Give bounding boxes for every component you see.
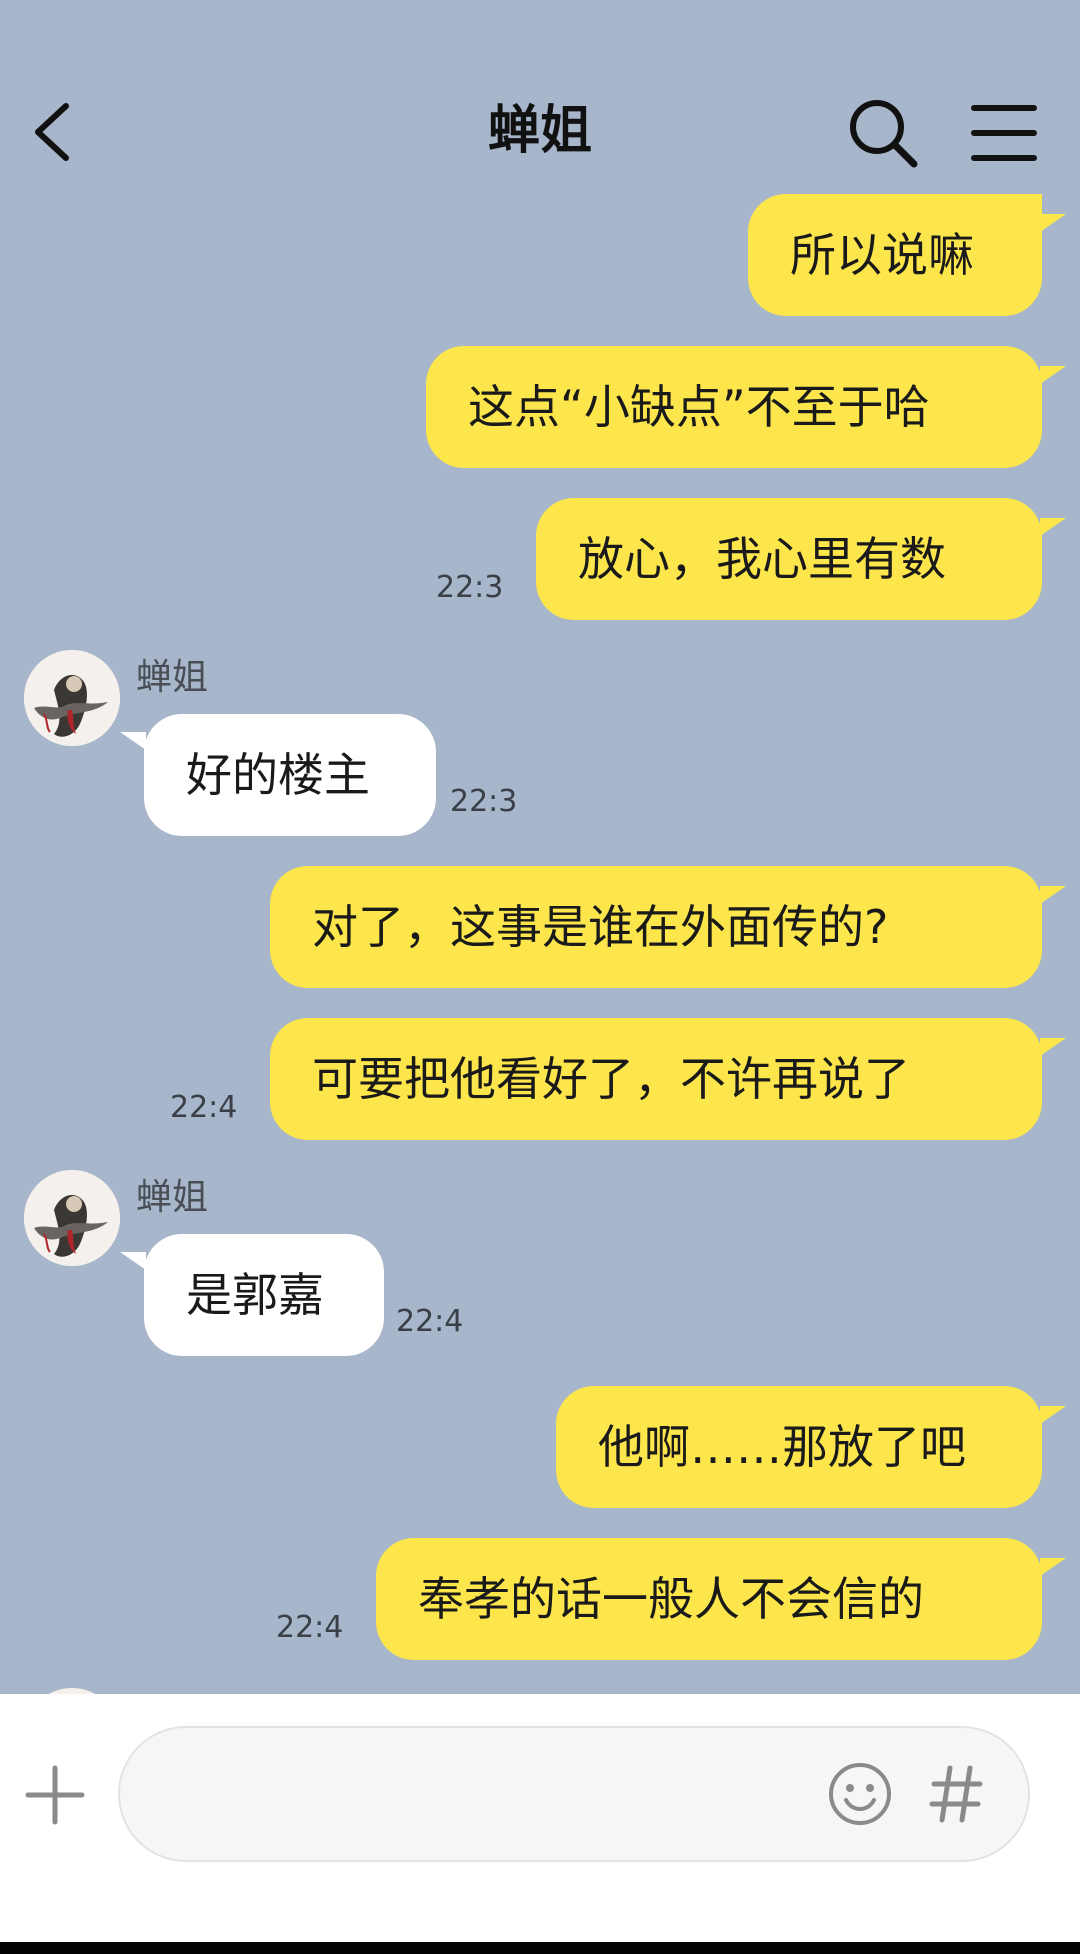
- message-timestamp: 22:3: [450, 784, 518, 819]
- chat-header: 蝉姐: [0, 0, 1080, 210]
- hashtag-button[interactable]: [926, 1762, 986, 1826]
- message-list[interactable]: 所以说嘛 这点“小缺点”不至于哈 放心，我心里有数 22:3 蝉姐 好的楼主 2…: [0, 0, 1080, 1784]
- bubble-tail: [120, 1252, 146, 1270]
- my-message-bubble[interactable]: 放心，我心里有数: [536, 498, 1042, 620]
- message-timestamp: 22:4: [170, 1090, 238, 1125]
- bubble-tail: [1040, 1406, 1066, 1424]
- message-timestamp: 22:4: [396, 1304, 464, 1339]
- my-message-bubble[interactable]: 对了，这事是谁在外面传的?: [270, 866, 1042, 988]
- search-icon: [850, 100, 918, 168]
- chat-screen: 所以说嘛 这点“小缺点”不至于哈 放心，我心里有数 22:3 蝉姐 好的楼主 2…: [0, 0, 1080, 1942]
- message-timestamp: 22:3: [436, 570, 504, 605]
- avatar-image: [24, 650, 120, 746]
- bubble-tail: [1040, 214, 1066, 232]
- search-button[interactable]: [846, 96, 920, 170]
- attach-button[interactable]: [22, 1762, 88, 1828]
- my-message-bubble[interactable]: 这点“小缺点”不至于哈: [426, 346, 1042, 468]
- bubble-tail: [120, 732, 146, 750]
- bubble-tail: [1040, 518, 1066, 536]
- emoji-button[interactable]: [826, 1760, 894, 1828]
- back-button[interactable]: [22, 92, 82, 172]
- bubble-tail: [1040, 1558, 1066, 1576]
- chevron-left-icon: [35, 103, 69, 161]
- avatar-image: [24, 1170, 120, 1266]
- contact-avatar[interactable]: [24, 650, 120, 746]
- plus-icon: [25, 1765, 85, 1825]
- sender-name: 蝉姐: [136, 1177, 209, 1218]
- hamburger-menu-icon: [971, 105, 1037, 161]
- bubble-tail: [1040, 1038, 1066, 1056]
- their-message-bubble[interactable]: 是郭嘉: [144, 1234, 384, 1356]
- menu-button[interactable]: [968, 96, 1042, 170]
- their-message-bubble[interactable]: 好的楼主: [144, 714, 436, 836]
- bubble-tail: [1040, 366, 1066, 384]
- contact-avatar[interactable]: [24, 1170, 120, 1266]
- my-message-bubble[interactable]: 他啊……那放了吧: [556, 1386, 1042, 1508]
- smiley-icon: [829, 1763, 891, 1825]
- message-timestamp: 22:4: [276, 1610, 344, 1645]
- my-message-bubble[interactable]: 所以说嘛: [748, 194, 1042, 316]
- sender-name: 蝉姐: [136, 657, 209, 698]
- my-message-bubble[interactable]: 可要把他看好了，不许再说了: [270, 1018, 1042, 1140]
- my-message-bubble[interactable]: 奉孝的话一般人不会信的: [376, 1538, 1042, 1660]
- hashtag-icon: [929, 1765, 983, 1823]
- bubble-tail: [1040, 886, 1066, 904]
